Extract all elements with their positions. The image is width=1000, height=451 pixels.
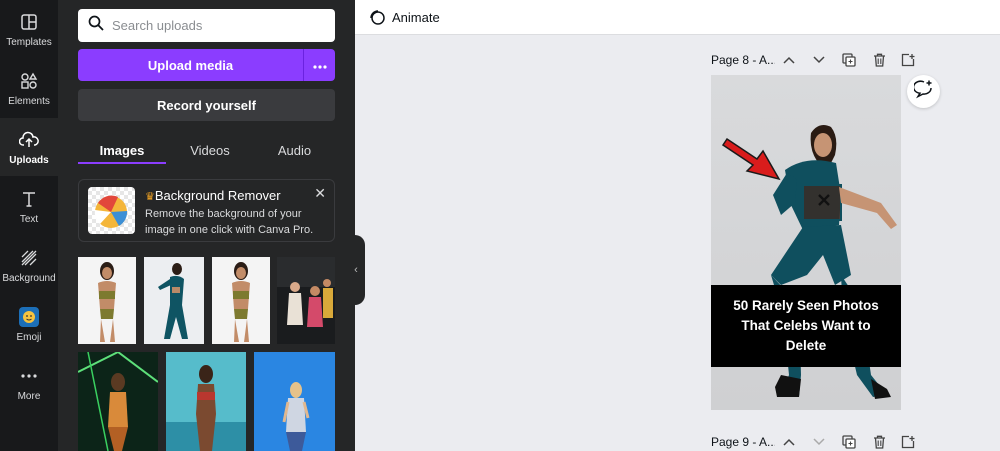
text-icon (18, 188, 40, 210)
chevron-up-icon[interactable] (780, 51, 798, 69)
rail-label: Background (2, 272, 56, 284)
add-comment-button[interactable] (907, 75, 940, 108)
crown-icon: ♛ (145, 191, 155, 203)
beach-ball-image (88, 187, 135, 234)
promo-title: ♛Background Remover (145, 188, 281, 203)
rail-label: Text (19, 213, 39, 225)
chevron-down-icon[interactable] (810, 433, 828, 451)
promo-description: Remove the background of your image in o… (145, 208, 314, 236)
rail-item-text[interactable]: Text (0, 177, 58, 235)
rail-label: Templates (6, 36, 52, 48)
upload-thumbnail[interactable] (277, 257, 335, 344)
background-remover-promo[interactable]: ♛Background Remover Remove the backgroun… (78, 179, 335, 242)
upload-thumbnail[interactable] (212, 257, 270, 344)
rail-label: More (17, 390, 41, 402)
rail-item-templates[interactable]: Templates (0, 0, 58, 58)
page-header: Page 8 - A... (711, 50, 775, 70)
rail-item-uploads[interactable]: Uploads (0, 118, 58, 176)
page-header: Page 9 - A... (711, 432, 775, 451)
upload-thumbnail[interactable] (78, 257, 136, 344)
design-page[interactable]: 50 Rarely Seen Photos That Celebs Want t… (711, 75, 901, 410)
chevron-down-icon[interactable] (810, 51, 828, 69)
animate-button[interactable]: Animate (368, 8, 440, 26)
duplicate-page-icon[interactable] (840, 433, 858, 451)
rail-item-elements[interactable]: Elements (0, 59, 58, 117)
rail-label: Elements (8, 95, 50, 107)
active-tab-indicator (78, 162, 166, 164)
page-title[interactable]: Page 8 - A... (711, 53, 775, 67)
search-box[interactable] (78, 9, 335, 42)
upload-thumbnail[interactable] (78, 352, 158, 451)
uploads-icon (18, 129, 40, 151)
elements-icon (18, 70, 40, 92)
upload-options-button[interactable] (303, 49, 335, 81)
rail-item-emoji[interactable]: Emoji (0, 295, 58, 353)
upload-media-button[interactable]: Upload media (78, 49, 303, 81)
tab-videos[interactable]: Videos (166, 139, 254, 161)
collapse-panel-button[interactable]: ‹ (347, 235, 365, 305)
add-page-icon[interactable] (899, 433, 917, 451)
upload-thumbnail[interactable] (144, 257, 204, 344)
chevron-up-icon[interactable] (780, 433, 798, 451)
search-input[interactable] (112, 18, 312, 33)
search-icon (88, 15, 104, 36)
emoji-icon (18, 306, 40, 328)
add-page-icon[interactable] (899, 51, 917, 69)
uploads-panel: Upload media Record yourself Images Vide… (58, 0, 355, 451)
upload-thumbnail[interactable] (254, 352, 335, 451)
tab-audio[interactable]: Audio (254, 139, 335, 161)
upload-thumbnail[interactable] (166, 352, 246, 451)
left-rail: Templates Elements Uploads Text Backgrou… (0, 0, 58, 451)
trash-icon[interactable] (870, 51, 888, 69)
page-title[interactable]: Page 9 - A... (711, 435, 775, 449)
record-yourself-button[interactable]: Record yourself (78, 89, 335, 121)
rail-label: Uploads (9, 154, 49, 166)
templates-icon (18, 11, 40, 33)
comment-add-icon (912, 79, 934, 104)
top-bar: Animate (355, 0, 1000, 35)
background-icon (18, 247, 40, 269)
rail-label: Emoji (16, 331, 42, 343)
rail-item-background[interactable]: Background (0, 236, 58, 294)
animate-icon (368, 8, 386, 26)
duplicate-page-icon[interactable] (840, 51, 858, 69)
chevron-left-icon: ‹ (354, 264, 358, 276)
more-dots-icon (18, 365, 40, 387)
caption-textbox[interactable]: 50 Rarely Seen Photos That Celebs Want t… (711, 285, 901, 367)
close-icon[interactable]: ✕ (314, 185, 326, 202)
more-dots-icon (312, 56, 327, 74)
trash-icon[interactable] (870, 433, 888, 451)
rail-item-more[interactable]: More (0, 354, 58, 412)
tab-images[interactable]: Images (78, 139, 166, 161)
